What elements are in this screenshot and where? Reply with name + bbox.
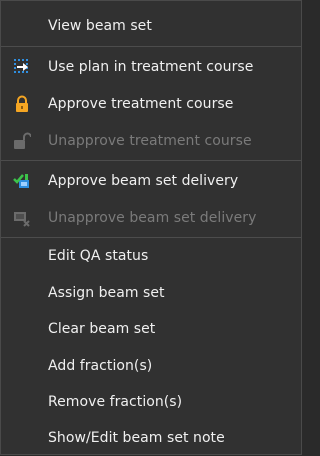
menu-item-label: Unapprove treatment course — [48, 132, 252, 149]
unapprove-delivery-icon — [13, 209, 31, 227]
menu-item-label: Show/Edit beam set note — [48, 429, 225, 446]
menu-item-assign-beam-set[interactable]: Assign beam set — [1, 274, 301, 311]
menu-item-label: Use plan in treatment course — [48, 58, 254, 75]
menu-item-label: View beam set — [48, 17, 152, 34]
menu-item-label: Edit QA status — [48, 247, 149, 264]
menu-item-add-fractions[interactable]: Add fraction(s) — [1, 347, 301, 384]
menu-item-show-edit-beam-set-note[interactable]: Show/Edit beam set note — [1, 419, 301, 456]
menu-item-label: Unapprove beam set delivery — [48, 209, 257, 226]
menu-item-clear-beam-set[interactable]: Clear beam set — [1, 310, 301, 347]
menu-item-label: Add fraction(s) — [48, 357, 153, 374]
menu-item-unapprove-treatment-course: Unapprove treatment course — [1, 122, 301, 159]
menu-item-remove-fractions[interactable]: Remove fraction(s) — [1, 383, 301, 420]
menu-item-label: Approve beam set delivery — [48, 172, 239, 189]
lock-icon — [13, 95, 31, 113]
menu-item-edit-qa-status[interactable]: Edit QA status — [1, 237, 301, 274]
menu-item-label: Remove fraction(s) — [48, 393, 183, 410]
menu-item-label: Clear beam set — [48, 320, 156, 337]
use-plan-icon — [13, 58, 31, 76]
menu-item-use-plan-in-treatment-course[interactable]: Use plan in treatment course — [1, 48, 301, 85]
menu-item-approve-beam-set-delivery[interactable]: Approve beam set delivery — [1, 162, 301, 199]
menu-item-view-beam-set[interactable]: View beam set — [1, 7, 301, 44]
unlock-icon — [13, 132, 31, 150]
menu-item-unapprove-beam-set-delivery: Unapprove beam set delivery — [1, 199, 301, 236]
menu-item-label: Approve treatment course — [48, 95, 234, 112]
approve-delivery-icon — [13, 172, 31, 190]
menu-item-label: Assign beam set — [48, 284, 165, 301]
context-menu: View beam set Use plan in treatment cour… — [0, 0, 302, 455]
menu-separator — [1, 160, 301, 161]
menu-separator — [1, 46, 301, 47]
menu-item-approve-treatment-course[interactable]: Approve treatment course — [1, 85, 301, 122]
